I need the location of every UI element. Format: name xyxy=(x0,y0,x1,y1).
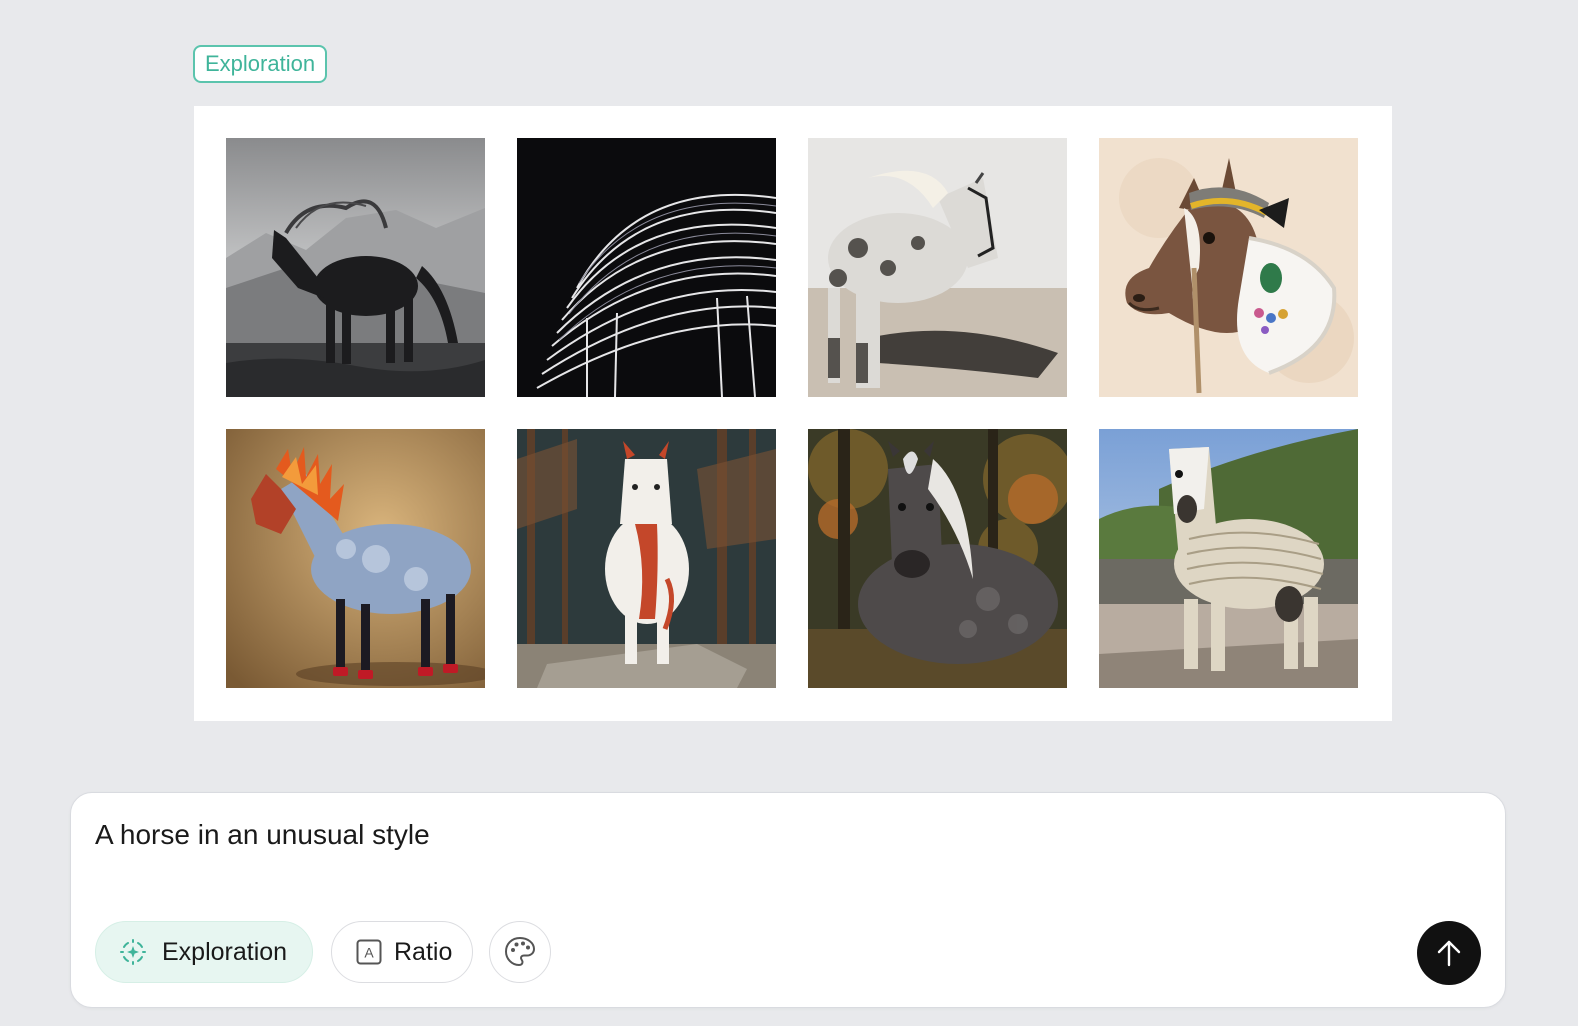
generated-image-6[interactable] xyxy=(517,429,776,688)
generated-image-1[interactable] xyxy=(226,138,485,397)
generated-image-6-picture xyxy=(517,429,776,688)
exploration-mode-tag: Exploration xyxy=(193,45,328,83)
sparkle-focus-icon xyxy=(118,937,148,967)
image-gallery xyxy=(194,106,1392,721)
exploration-mode-button[interactable]: Exploration xyxy=(95,921,313,983)
ratio-button[interactable]: A Ratio xyxy=(331,921,473,983)
generated-image-3-picture xyxy=(808,138,1067,397)
palette-icon xyxy=(503,935,537,969)
prompt-composer: Exploration A Ratio xyxy=(70,792,1506,1008)
arrow-up-icon xyxy=(1434,938,1464,968)
image-grid xyxy=(226,138,1358,688)
ratio-icon-letter: A xyxy=(364,945,374,961)
generated-image-2-picture xyxy=(517,138,776,397)
aspect-ratio-icon: A xyxy=(356,939,382,965)
generated-image-5-picture xyxy=(226,429,485,688)
generated-image-3[interactable] xyxy=(808,138,1067,397)
generated-image-5[interactable] xyxy=(226,429,485,688)
generated-image-8-picture xyxy=(1099,429,1358,688)
page: Exploration A horse in an unusual style … xyxy=(0,0,1578,1026)
generated-image-4-picture xyxy=(1099,138,1358,397)
generated-image-7-picture xyxy=(808,429,1067,688)
generated-image-1-picture xyxy=(226,138,485,397)
generated-image-4[interactable] xyxy=(1099,138,1358,397)
generated-image-8[interactable] xyxy=(1099,429,1358,688)
exploration-mode-label: Exploration xyxy=(162,937,288,966)
send-button[interactable] xyxy=(1417,921,1481,985)
generated-image-7[interactable] xyxy=(808,429,1067,688)
prompt-input[interactable] xyxy=(95,815,1475,855)
generated-image-2[interactable] xyxy=(517,138,776,397)
palette-button[interactable] xyxy=(489,921,551,983)
ratio-label: Ratio xyxy=(394,937,453,966)
